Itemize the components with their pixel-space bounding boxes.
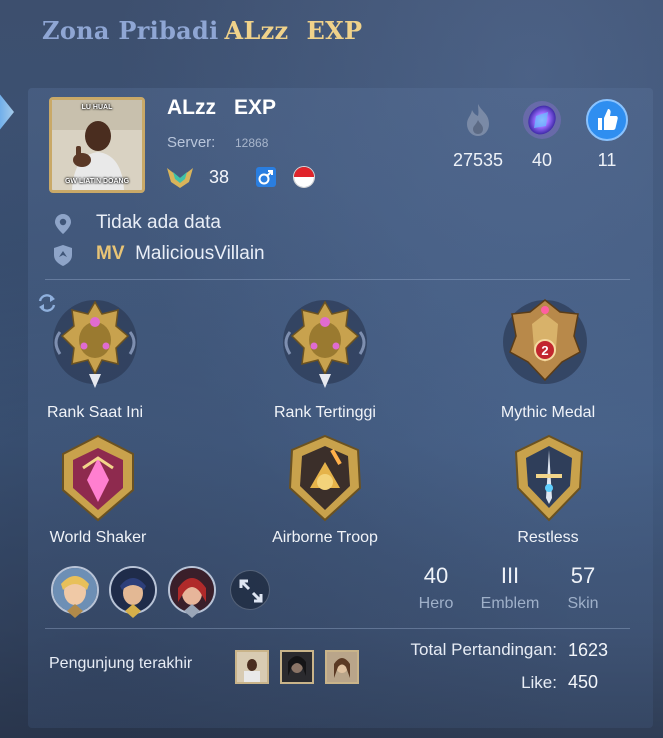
player-level: 38 [209,167,230,187]
visitor-avatar[interactable] [235,650,269,684]
recent-visitors-label: Pengunjung terakhir [49,655,193,672]
visitor-photo-icon [237,652,267,682]
page-title: Zona Pribadi ALzz EXP [42,16,362,45]
purple-gem-icon [523,101,561,139]
avatar-caption-top: LU HUAL [81,104,113,111]
back-arrow-icon[interactable] [0,82,18,142]
restless-badge-icon[interactable] [494,428,604,538]
medal-label-mythic-medal: Mythic Medal [500,404,596,421]
medal-label-airborne-troop: Airborne Troop [272,529,378,546]
male-icon [256,167,276,187]
expand-icon [239,579,263,603]
medal-label-highest-rank: Rank Tertinggi [274,404,376,421]
visitor-avatar[interactable] [325,650,359,684]
airborne-troop-badge-icon[interactable] [270,428,380,538]
page-title-name: ALzz [224,16,289,45]
avatar-photo-icon [52,100,142,190]
like-value: 450 [568,672,599,692]
location-text: Tidak ada data [96,212,221,233]
squad-name: MaliciousVillain [135,243,265,264]
emblem-label: Emblem [480,595,540,612]
popularity-value: 27535 [452,150,504,170]
server-label: Server: [167,134,216,151]
total-matches-value: 1623 [568,640,609,660]
mythic-medal-badge-icon[interactable]: 2 [490,292,600,402]
medal-label-current-rank: Rank Saat Ini [46,404,144,421]
like-count-value: 11 [597,150,617,170]
world-shaker-badge-icon[interactable] [43,428,153,538]
page-title-squad: EXP [306,16,363,45]
avatar[interactable]: LU HUAL GW LIATIN DOANG [49,97,145,193]
avatar-caption-bottom: GW LIATIN DOANG [64,178,130,185]
flame-icon [467,104,489,136]
player-name-text: ALzz [167,96,216,119]
hero-rank-badge-icon [184,604,200,618]
mythic-rank-badge-icon[interactable] [270,292,380,402]
emblem-level-value: III [500,563,520,588]
page-title-prefix: Zona Pribadi [42,16,219,45]
gem-value: 40 [531,150,553,170]
mythic-rank-badge-icon[interactable] [40,292,150,402]
total-matches-label: Total Pertandingan: [410,640,558,659]
hero-rank-badge-icon [67,604,83,618]
level-badge-icon [167,168,193,188]
medal-label-restless: Restless [517,529,579,546]
visitor-photo-icon [282,652,312,682]
visitor-avatar[interactable] [280,650,314,684]
thumbs-up-icon[interactable] [585,98,629,142]
expand-heroes-button[interactable] [230,570,270,610]
hero-rank-badge-icon [125,604,141,618]
skin-count-value: 57 [570,563,596,588]
server-id: 12868 [235,136,269,150]
squad-tag: MV [96,243,125,264]
visitor-photo-icon [327,652,357,682]
like-label: Like: [521,673,557,692]
medal-label-world-shaker: World Shaker [49,529,147,546]
skin-count-label: Skin [567,595,599,612]
player-name: ALzz EXP [167,96,276,120]
divider [45,628,630,629]
location-pin-icon [55,214,71,234]
hero-count-value: 40 [423,563,449,588]
indonesia-flag-icon [293,166,315,188]
mythic-medal-number: 2 [541,343,548,358]
divider [45,279,630,280]
player-squad-abbr: EXP [234,96,277,119]
hero-count-label: Hero [418,595,454,612]
squad-shield-icon [54,245,72,266]
